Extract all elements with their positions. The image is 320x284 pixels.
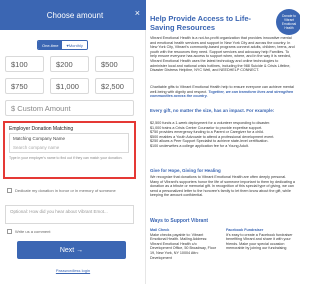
comment-input[interactable]: Optional: How did you hear about Vibrant… xyxy=(5,205,134,224)
gift-item: $100 underwrites a college application f… xyxy=(150,143,249,148)
amount-option-1000[interactable]: $1,000 xyxy=(50,78,89,94)
employer-matching-heading: Employer Donation Matching xyxy=(9,126,74,132)
mail-check-column: Mail Check Make checks payable to: Vibra… xyxy=(150,228,218,260)
donate-badge: Donate to Vibrant Emotional Health xyxy=(276,9,300,35)
article-title: Help Provide Access to Life-Saving Resou… xyxy=(150,14,252,32)
gift-list: $2,500 funds a 1-week deployment for a v… xyxy=(150,121,296,149)
frequency-monthly[interactable]: ♥ Monthly xyxy=(62,41,87,49)
frequency-one-time[interactable]: One-time xyxy=(38,41,63,49)
article-paragraph-2: Charitable gifts to Vibrant Emotional He… xyxy=(150,85,296,99)
dedicate-checkbox[interactable] xyxy=(7,188,12,193)
matching-company-label: Matching Company Name xyxy=(13,136,66,141)
facebook-column: Facebook Fundraiser It's easy to create … xyxy=(226,228,294,251)
custom-amount-input[interactable]: $ Custom Amount xyxy=(5,100,134,116)
info-article: Help Provide Access to Life-Saving Resou… xyxy=(150,0,300,284)
form-header: Choose amount × xyxy=(0,0,146,30)
amount-option-100[interactable]: $100 xyxy=(5,56,44,72)
amount-option-750[interactable]: $750 xyxy=(5,78,44,94)
amount-option-2500[interactable]: $2,500 xyxy=(95,78,134,94)
ways-heading: Ways to Support Vibrant xyxy=(150,218,209,224)
article-intro: Vibrant Emotional Health is a not-for-pr… xyxy=(150,36,295,73)
passwordless-login-link[interactable]: Passwordless login xyxy=(0,268,146,273)
amount-option-200[interactable]: $200 xyxy=(50,56,89,72)
close-icon[interactable]: × xyxy=(135,9,140,18)
matching-company-input[interactable]: Search company name xyxy=(13,145,59,150)
give-hope-heading: Give for Hope, Giving for Healing xyxy=(150,168,221,173)
frequency-toggle: One-time ♥ Monthly xyxy=(37,40,88,50)
form-title: Choose amount xyxy=(46,10,104,20)
donation-form: Choose amount × One-time ♥ Monthly $100 … xyxy=(0,0,146,284)
give-hope-text: We recognize that donations to Vibrant E… xyxy=(150,175,295,198)
employer-matching-section: Employer Donation Matching Matching Comp… xyxy=(3,121,136,179)
facebook-text: It's easy to create a Facebook fundraise… xyxy=(226,232,293,251)
amount-option-500[interactable]: $500 xyxy=(95,56,134,72)
matching-company-field[interactable]: Matching Company Name Search company nam… xyxy=(9,133,129,153)
next-button[interactable]: Next → xyxy=(17,241,126,259)
employer-matching-hint: Type in your employer's name to find out… xyxy=(9,156,123,160)
mail-check-text: Make checks payable to: Vibrant Emotiona… xyxy=(150,232,217,260)
write-comment-label: Write us a comment xyxy=(15,229,51,234)
dedicate-label: Dedicate my donation in honor or in memo… xyxy=(15,188,116,193)
write-comment-checkbox[interactable] xyxy=(7,229,12,234)
every-gift-heading: Every gift, no matter the size, has an i… xyxy=(150,108,275,113)
